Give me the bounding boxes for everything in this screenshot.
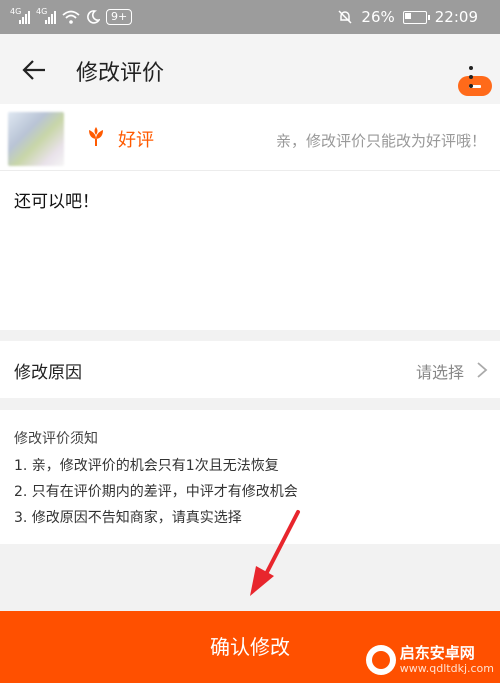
status-bar: 4G 4G 9+ 26% 22:09	[0, 0, 500, 34]
clock: 22:09	[434, 8, 478, 26]
reason-select-value: 请选择	[415, 363, 464, 382]
signal-icon: 4G	[36, 7, 56, 24]
app-bar: 修改评价	[0, 34, 500, 104]
wifi-icon	[62, 10, 80, 24]
watermark-name: 启东安卓网	[399, 644, 475, 662]
battery-icon	[402, 10, 430, 24]
flower-icon[interactable]	[86, 125, 106, 147]
notice-line: 1. 亲，修改评价的机会只有1次且无法恢复	[14, 458, 279, 474]
notice-title: 修改评价须知	[14, 431, 98, 447]
watermark-logo	[365, 645, 396, 675]
more-vertical-icon[interactable]	[458, 54, 484, 94]
modify-reason-row[interactable]: 修改原因 请选择	[0, 341, 500, 398]
status-left: 4G 4G 9+	[10, 0, 133, 34]
rating-hint: 亲，修改评价只能改为好评哦！	[275, 132, 486, 150]
chevron-right-icon	[477, 362, 488, 378]
status-right: 26% 22:09	[337, 0, 478, 34]
notification-count-badge: 9+	[106, 9, 133, 25]
signal-type-label: 4G	[36, 7, 48, 16]
comment-text: 还可以吧！	[14, 192, 99, 212]
reason-label: 修改原因	[14, 363, 82, 383]
battery-percent: 26%	[361, 8, 395, 26]
notice-line: 3. 修改原因不告知商家，请真实选择	[14, 510, 242, 526]
product-rating-row: 好评 亲，修改评价只能改为好评哦！	[0, 104, 500, 171]
watermark-url: www.qdltdkj.com	[399, 662, 494, 675]
signal-type-label: 4G	[10, 7, 22, 16]
signal-icon: 4G	[10, 7, 30, 24]
annotation-arrow	[250, 510, 300, 596]
mute-bell-icon	[338, 10, 352, 24]
product-thumbnail	[8, 112, 64, 166]
comment-textarea[interactable]: 还可以吧！	[0, 171, 500, 330]
page-title: 修改评价	[76, 61, 165, 86]
notice-line: 2. 只有在评价期内的差评，中评才有修改机会	[14, 484, 298, 500]
rating-good-label[interactable]: 好评	[118, 126, 154, 152]
watermark: 启东安卓网 www.qdltdkj.com	[365, 640, 494, 680]
back-arrow-icon[interactable]	[20, 56, 48, 84]
moon-icon	[87, 10, 100, 24]
